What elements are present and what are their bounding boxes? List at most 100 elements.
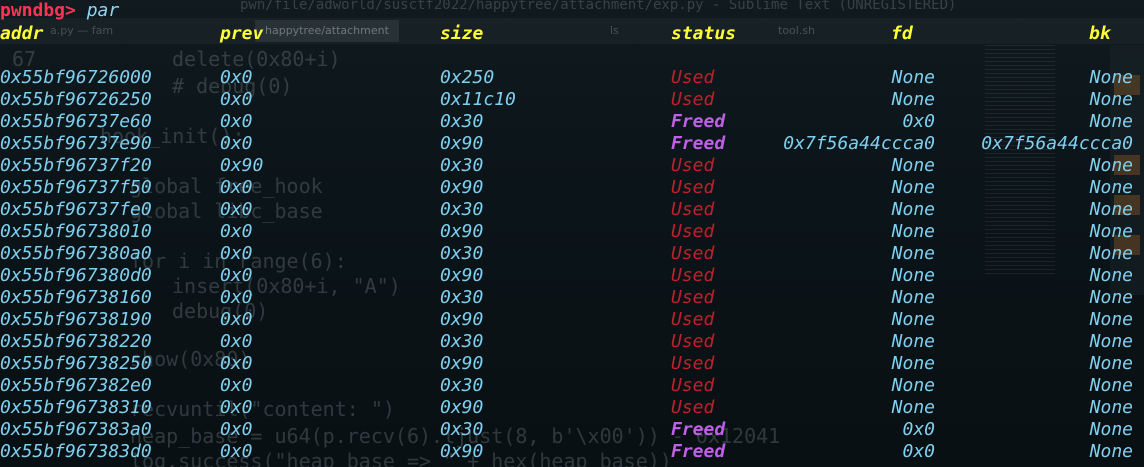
cell-status: Used: [671, 331, 715, 352]
cell-size: 0x30: [440, 111, 484, 132]
table-row: 0x55bf96738010 0x0 0x90 Used None None: [0, 221, 1144, 243]
table-row: 0x55bf96737e90 0x0 0x90 Freed 0x7f56a44ccca0…: [0, 133, 1144, 155]
cell-bk: 0x7f56a44ccca0: [981, 133, 1133, 154]
cell-fd: None: [891, 265, 935, 286]
table-row: 0x55bf967380a0 0x0 0x30 Used None None: [0, 243, 1144, 265]
cell-bk: None: [1089, 67, 1133, 88]
cell-prev: 0x0: [220, 353, 253, 374]
cell-fd: None: [891, 375, 935, 396]
cell-bk: None: [1089, 441, 1133, 462]
cell-size: 0x30: [440, 155, 484, 176]
header-bk: bk: [1089, 23, 1111, 44]
prompt-command: par: [86, 0, 120, 21]
table-row: 0x55bf96726000 0x0 0x250 Used None None: [0, 67, 1144, 89]
cell-fd: 0x0: [902, 441, 935, 462]
cell-prev: 0x0: [220, 419, 253, 440]
cell-size: 0x30: [440, 287, 484, 308]
cell-prev: 0x0: [220, 133, 253, 154]
table-row: 0x55bf96738160 0x0 0x30 Used None None: [0, 287, 1144, 309]
cell-size: 0x90: [440, 265, 484, 286]
cell-prev: 0x0: [220, 243, 253, 264]
table-row: 0x55bf967380d0 0x0 0x90 Used None None: [0, 265, 1144, 287]
table-row: 0x55bf96738190 0x0 0x90 Used None None: [0, 309, 1144, 331]
table-row: 0x55bf96737e60 0x0 0x30 Freed 0x0 None: [0, 111, 1144, 133]
cell-size: 0x90: [440, 309, 484, 330]
table-header: addr prev size status fd bk: [0, 23, 1144, 45]
cell-size: 0x90: [440, 177, 484, 198]
cell-size: 0x90: [440, 353, 484, 374]
cell-bk: None: [1089, 89, 1133, 110]
cell-prev: 0x0: [220, 287, 253, 308]
table-row: 0x55bf967382e0 0x0 0x30 Used None None: [0, 375, 1144, 397]
cell-status: Used: [671, 89, 715, 110]
terminal-window[interactable]: pwn/file/adworld/susctf2022/happytree/at…: [0, 0, 1144, 467]
cell-addr: 0x55bf96737e60: [0, 111, 152, 132]
cell-prev: 0x0: [220, 309, 253, 330]
header-prev: prev: [220, 23, 264, 44]
table-row: 0x55bf96737f50 0x0 0x90 Used None None: [0, 177, 1144, 199]
cell-bk: None: [1089, 155, 1133, 176]
cell-addr: 0x55bf96738190: [0, 309, 152, 330]
cell-fd: None: [891, 309, 935, 330]
cell-bk: None: [1089, 375, 1133, 396]
cell-status: Used: [671, 397, 715, 418]
cell-size: 0x30: [440, 199, 484, 220]
cell-size: 0x90: [440, 221, 484, 242]
cell-addr: 0x55bf96726000: [0, 67, 152, 88]
table-row: 0x55bf967383a0 0x0 0x30 Freed 0x0 None: [0, 419, 1144, 441]
cell-fd: 0x0: [902, 419, 935, 440]
cell-bk: None: [1089, 221, 1133, 242]
cell-bk: None: [1089, 199, 1133, 220]
cell-addr: 0x55bf96738010: [0, 221, 152, 242]
cell-fd: None: [891, 199, 935, 220]
cell-status: Used: [671, 309, 715, 330]
cell-size: 0x90: [440, 397, 484, 418]
table-row: 0x55bf96737f20 0x90 0x30 Used None None: [0, 155, 1144, 177]
cell-bk: None: [1089, 353, 1133, 374]
table-row: 0x55bf96726250 0x0 0x11c10 Used None None: [0, 89, 1144, 111]
cell-addr: 0x55bf967382e0: [0, 375, 152, 396]
prompt-label: pwndbg>: [0, 0, 76, 21]
cell-addr: 0x55bf96726250: [0, 89, 152, 110]
cell-bk: None: [1089, 243, 1133, 264]
cell-prev: 0x0: [220, 397, 253, 418]
cell-bk: None: [1089, 331, 1133, 352]
cell-fd: None: [891, 397, 935, 418]
cell-bk: None: [1089, 309, 1133, 330]
cell-fd: None: [891, 155, 935, 176]
cell-size: 0x90: [440, 441, 484, 462]
cell-fd: 0x0: [902, 111, 935, 132]
header-size: size: [440, 23, 484, 44]
background-editor-title: pwn/file/adworld/susctf2022/happytree/at…: [240, 0, 957, 13]
cell-addr: 0x55bf967380a0: [0, 243, 152, 264]
cell-status: Used: [671, 155, 715, 176]
cell-bk: None: [1089, 111, 1133, 132]
header-status: status: [671, 23, 737, 44]
cell-addr: 0x55bf96737fe0: [0, 199, 152, 220]
cell-fd: None: [891, 287, 935, 308]
cell-status: Used: [671, 243, 715, 264]
table-row: 0x55bf96738250 0x0 0x90 Used None None: [0, 353, 1144, 375]
cell-addr: 0x55bf967383a0: [0, 419, 152, 440]
header-fd: fd: [891, 23, 913, 44]
cell-prev: 0x90: [220, 155, 264, 176]
cell-size: 0x30: [440, 243, 484, 264]
cell-status: Used: [671, 375, 715, 396]
cell-addr: 0x55bf96737f20: [0, 155, 152, 176]
table-row: 0x55bf967383d0 0x0 0x90 Freed 0x0 None: [0, 441, 1144, 463]
cell-fd: 0x7f56a44ccca0: [783, 133, 935, 154]
cell-prev: 0x0: [220, 221, 253, 242]
cell-fd: None: [891, 221, 935, 242]
prompt-line[interactable]: pwndbg> par: [0, 0, 119, 22]
cell-prev: 0x0: [220, 441, 253, 462]
cell-fd: None: [891, 243, 935, 264]
table-row: 0x55bf96738310 0x0 0x90 Used None None: [0, 397, 1144, 419]
cell-prev: 0x0: [220, 331, 253, 352]
cell-status: Used: [671, 221, 715, 242]
cell-addr: 0x55bf96738220: [0, 331, 152, 352]
cell-addr: 0x55bf96737f50: [0, 177, 152, 198]
cell-status: Freed: [671, 419, 726, 440]
table-row: 0x55bf96738220 0x0 0x30 Used None None: [0, 331, 1144, 353]
cell-addr: 0x55bf96737e90: [0, 133, 152, 154]
cell-bk: None: [1089, 265, 1133, 286]
